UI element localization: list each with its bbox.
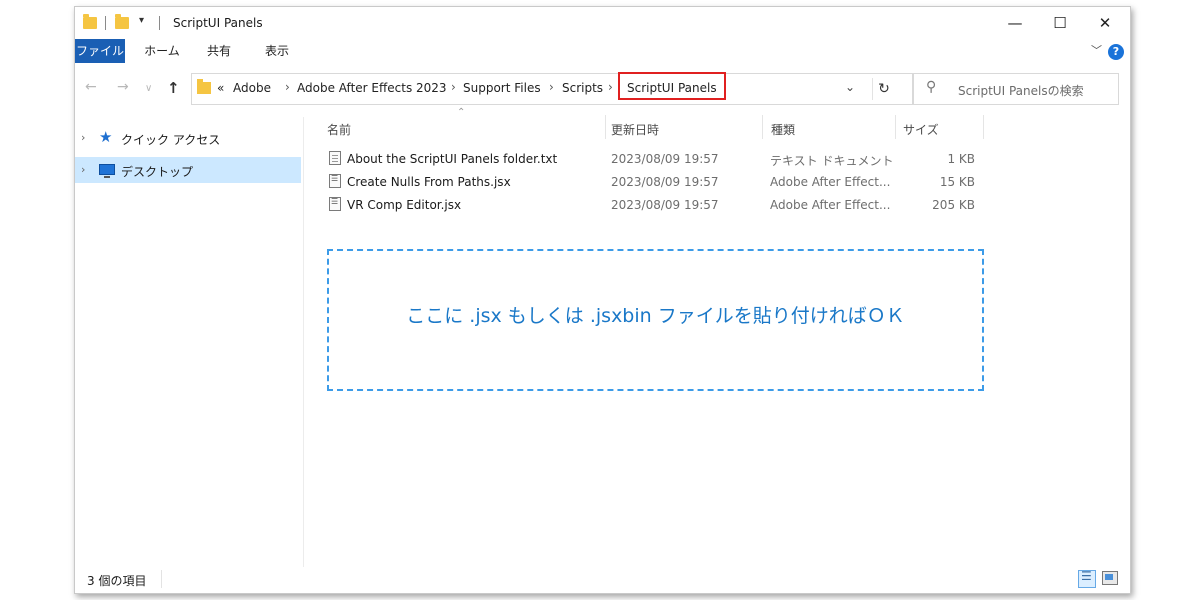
breadcrumb-chevron-icon[interactable]: › xyxy=(451,80,456,94)
star-icon: ★ xyxy=(99,128,113,146)
tab-file[interactable]: ファイル xyxy=(75,39,125,63)
navigation-pane: › ★ クイック アクセス › デスクトップ xyxy=(75,117,304,567)
script-file-icon xyxy=(329,174,341,188)
column-header-type[interactable]: 種類 xyxy=(771,121,795,147)
file-size: 205 KB xyxy=(932,198,975,212)
explorer-window: ▾ ScriptUI Panels — ☐ ✕ ファイル ホーム 共有 表示 ﹀… xyxy=(74,6,1131,594)
minimize-button[interactable]: — xyxy=(1000,11,1030,35)
table-row[interactable]: About the ScriptUI Panels folder.txt 202… xyxy=(325,148,985,170)
breadcrumb-chevron-icon[interactable]: › xyxy=(608,80,613,94)
forward-arrow-icon[interactable]: → xyxy=(117,79,129,95)
breadcrumb-current-highlight[interactable]: ScriptUI Panels xyxy=(618,72,726,100)
table-row[interactable]: VR Comp Editor.jsx 2023/08/09 19:57 Adob… xyxy=(325,194,985,216)
window-title: ScriptUI Panels xyxy=(173,16,263,30)
large-icons-view-icon[interactable] xyxy=(1102,571,1118,585)
table-row[interactable]: Create Nulls From Paths.jsx 2023/08/09 1… xyxy=(325,171,985,193)
breadcrumb-chevron-icon[interactable]: › xyxy=(285,80,290,94)
ribbon-tabs: ファイル ホーム 共有 表示 ﹀ ? xyxy=(75,39,1130,63)
sort-ascending-icon: ⌃ xyxy=(457,107,466,118)
close-button[interactable]: ✕ xyxy=(1090,11,1120,35)
expand-chevron-icon[interactable]: › xyxy=(81,163,85,176)
toolbar-divider xyxy=(105,16,106,30)
search-placeholder: ScriptUI Panelsの検索 xyxy=(958,84,1084,98)
back-arrow-icon[interactable]: ← xyxy=(85,79,97,95)
item-count: 3 個の項目 xyxy=(87,574,147,588)
status-bar: 3 個の項目 xyxy=(75,567,1130,593)
file-type: Adobe After Effect... xyxy=(770,198,891,212)
tab-share[interactable]: 共有 xyxy=(199,39,239,63)
title-bar: ▾ ScriptUI Panels — ☐ ✕ xyxy=(75,7,1130,39)
file-type: テキスト ドキュメント xyxy=(770,154,894,168)
address-dropdown-icon[interactable]: ⌄ xyxy=(845,80,855,94)
breadcrumb-current: ScriptUI Panels xyxy=(627,81,717,95)
file-size: 1 KB xyxy=(947,152,975,166)
tab-view[interactable]: 表示 xyxy=(257,39,297,63)
status-divider xyxy=(161,570,162,588)
file-date: 2023/08/09 19:57 xyxy=(611,198,719,212)
breadcrumb-overflow[interactable]: « xyxy=(217,81,224,95)
maximize-button[interactable]: ☐ xyxy=(1045,11,1075,35)
file-name: About the ScriptUI Panels folder.txt xyxy=(347,152,558,166)
column-header-name[interactable]: 名前 xyxy=(327,121,351,147)
expand-ribbon-chevron-icon[interactable]: ﹀ xyxy=(1091,42,1102,58)
folder-icon xyxy=(197,79,211,94)
file-date: 2023/08/09 19:57 xyxy=(611,152,719,166)
expand-chevron-icon[interactable]: › xyxy=(81,131,85,144)
refresh-icon[interactable]: ↻ xyxy=(872,78,895,100)
breadcrumb-adobe[interactable]: Adobe xyxy=(233,81,271,95)
search-icon: ⚲ xyxy=(926,79,937,95)
file-type: Adobe After Effect... xyxy=(770,175,891,189)
text-file-icon xyxy=(329,151,341,165)
help-icon[interactable]: ? xyxy=(1108,44,1124,60)
drop-zone-label: ここに .jsx もしくは .jsxbin ファイルを貼り付ければＯＫ xyxy=(406,305,905,327)
column-header-size[interactable]: サイズ xyxy=(903,121,939,147)
recent-locations-chevron-icon[interactable]: ∨ xyxy=(145,83,152,94)
address-bar[interactable]: « Adobe › Adobe After Effects 2023 › Sup… xyxy=(191,72,913,105)
breadcrumb-scripts[interactable]: Scripts xyxy=(562,81,603,95)
breadcrumb-after-effects[interactable]: Adobe After Effects 2023 xyxy=(297,81,447,95)
search-box[interactable]: ⚲ ScriptUI Panelsの検索 xyxy=(913,73,1119,105)
sidebar-item-label: デスクトップ xyxy=(121,165,194,179)
script-file-icon xyxy=(329,197,341,211)
file-name: Create Nulls From Paths.jsx xyxy=(347,175,511,189)
column-divider[interactable] xyxy=(983,115,984,139)
quick-access-dropdown-icon[interactable]: ▾ xyxy=(139,15,144,26)
new-folder-icon[interactable] xyxy=(115,14,129,29)
up-arrow-icon[interactable]: ↑ xyxy=(167,79,180,97)
sidebar-item-quick-access[interactable]: › ★ クイック アクセス xyxy=(75,125,301,151)
drop-zone[interactable]: ここに .jsx もしくは .jsxbin ファイルを貼り付ければＯＫ xyxy=(327,249,984,391)
column-divider[interactable] xyxy=(762,115,763,139)
breadcrumb-chevron-icon[interactable]: › xyxy=(549,80,554,94)
sidebar-item-desktop[interactable]: › デスクトップ xyxy=(75,157,301,183)
column-header-date[interactable]: 更新日時 xyxy=(611,121,659,147)
desktop-icon xyxy=(99,164,115,178)
folder-icon xyxy=(83,14,97,29)
details-view-icon[interactable] xyxy=(1078,569,1096,588)
toolbar-divider xyxy=(159,16,160,30)
breadcrumb-support-files[interactable]: Support Files xyxy=(463,81,541,95)
tab-home[interactable]: ホーム xyxy=(137,39,187,63)
file-name: VR Comp Editor.jsx xyxy=(347,198,462,212)
file-size: 15 KB xyxy=(939,175,975,189)
sidebar-item-label: クイック アクセス xyxy=(121,133,221,147)
column-divider[interactable] xyxy=(605,115,606,139)
column-divider[interactable] xyxy=(895,115,896,139)
file-date: 2023/08/09 19:57 xyxy=(611,175,719,189)
